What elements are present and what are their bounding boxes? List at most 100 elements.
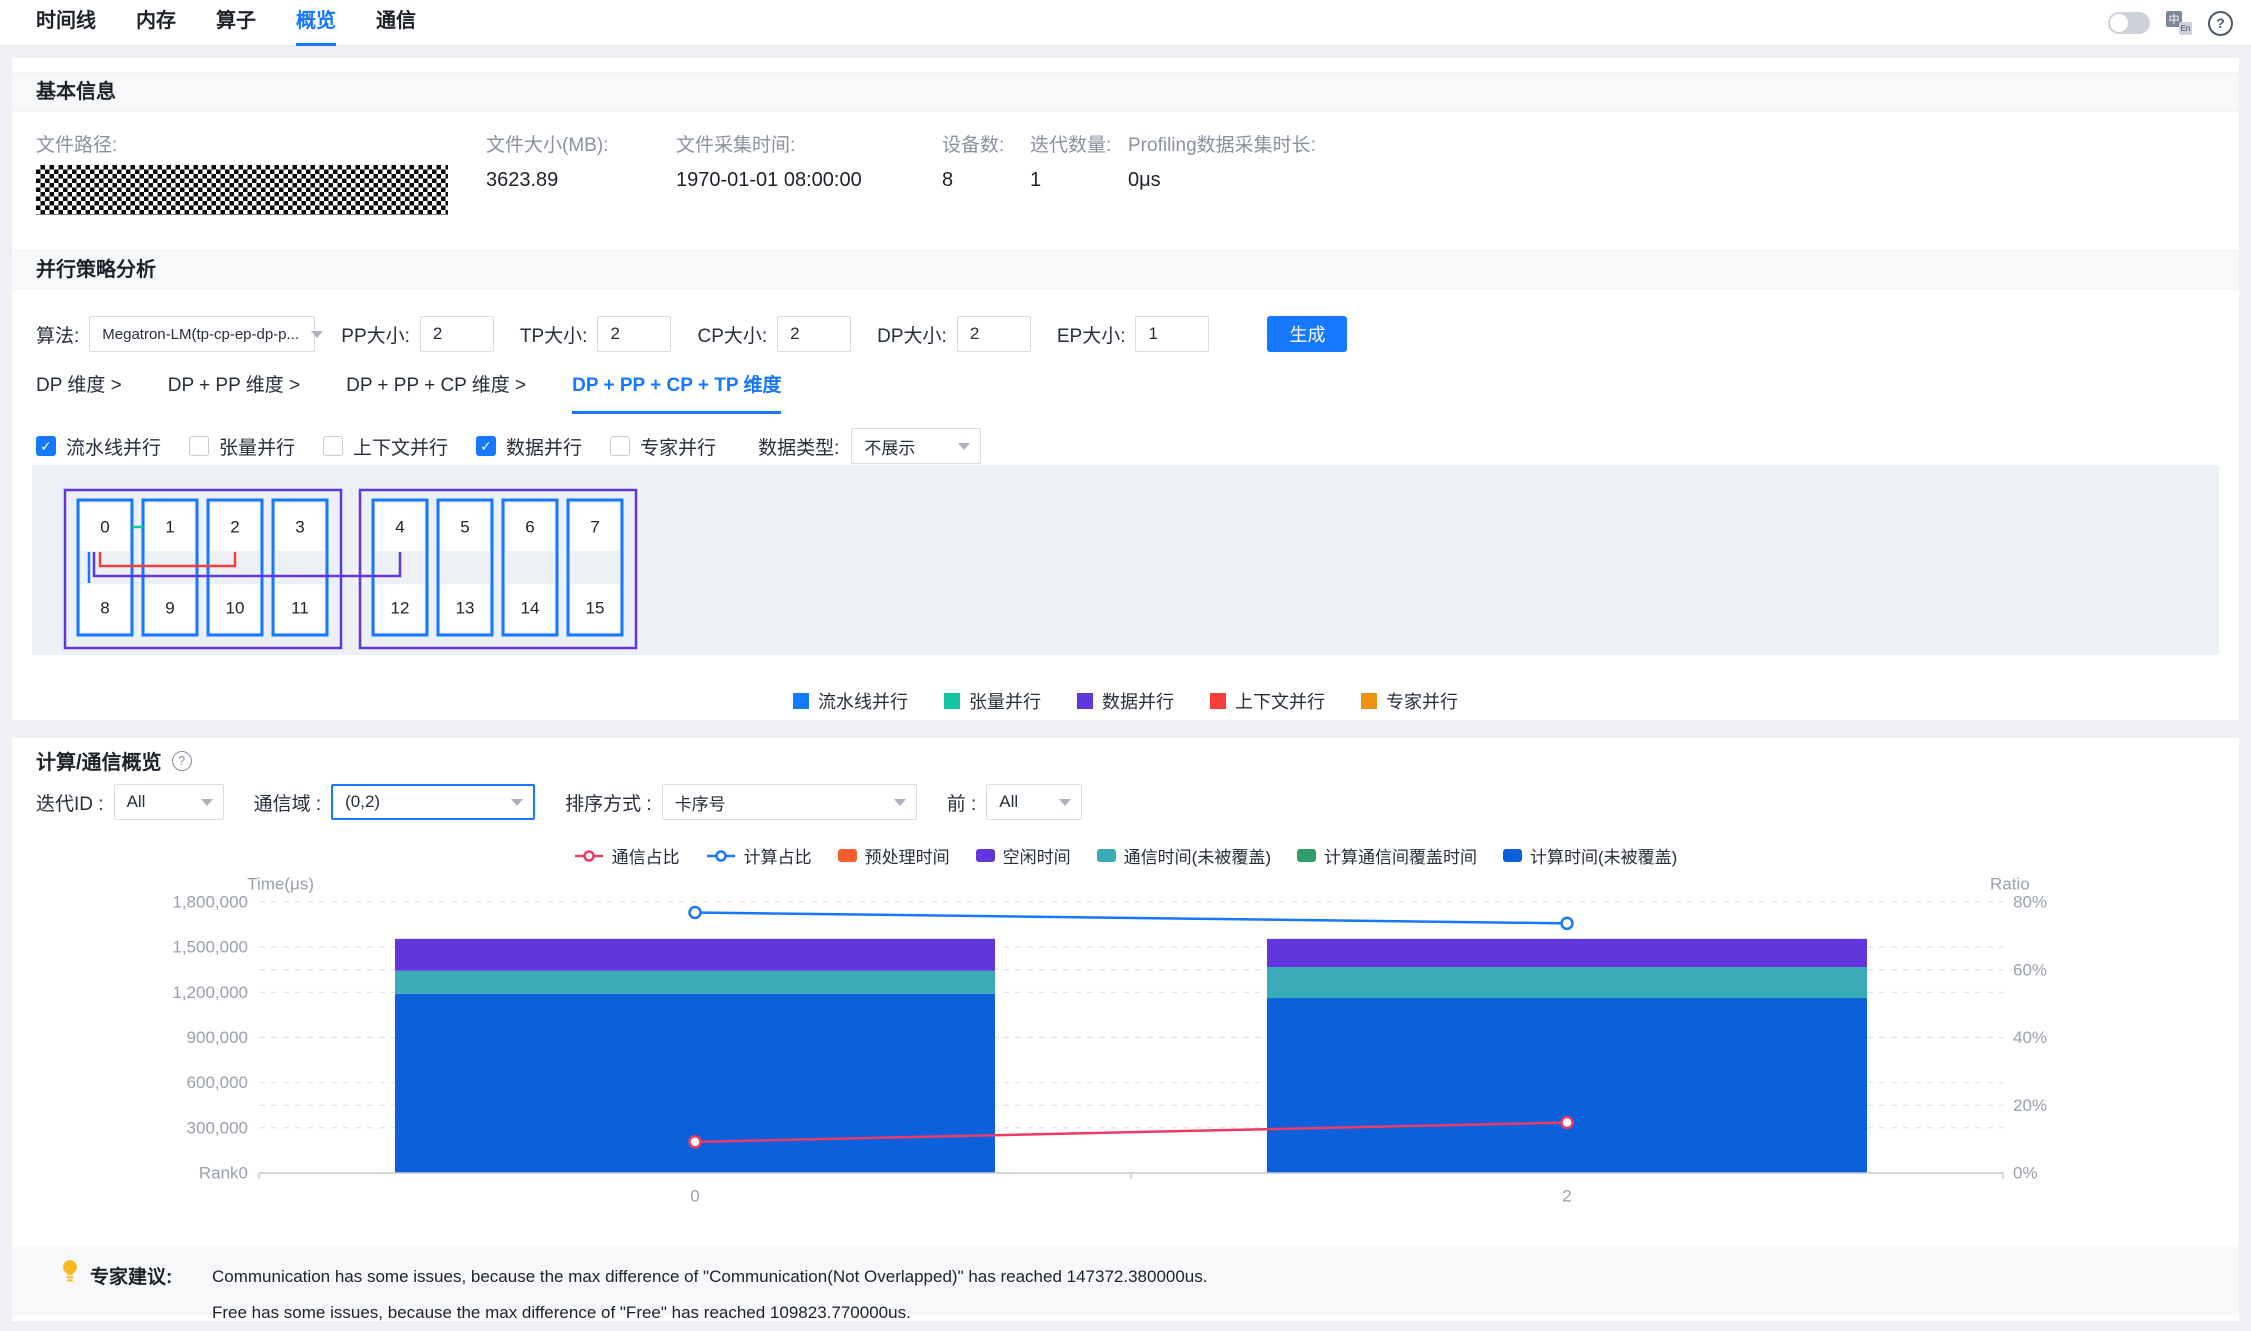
chart-legend-item[interactable]: 通信时间(未被覆盖) [1097,843,1271,868]
comm-domain-filter-select[interactable]: (0,2) [331,784,535,820]
chart-legend-item[interactable]: 计算通信间覆盖时间 [1297,843,1477,868]
field-device-count: 设备数: 8 [942,130,1030,192]
theme-toggle[interactable] [2108,12,2150,34]
overview-section-title-row: 计算/通信概览 ? [36,746,192,775]
checkbox-label: 流水线并行 [66,433,161,460]
top-filter-select[interactable]: All [986,784,1082,820]
chart-legend-item[interactable]: 计算占比 [706,843,812,868]
ep-size-input[interactable]: 1 [1135,316,1209,352]
tab-dp-pp-cp-tp[interactable]: DP + PP + CP + TP 维度 [572,370,781,414]
ratio-line [695,913,1567,924]
device-number: 3 [295,518,304,537]
tp-size-input[interactable]: 2 [597,316,671,352]
swatch-icon [1297,849,1316,862]
algorithm-select[interactable]: Megatron-LM(tp-cp-ep-dp-p... [89,316,315,352]
device-number: 5 [460,518,469,537]
chart-legend-label: 预处理时间 [865,843,950,868]
iteration-filter-label: 迭代ID : [36,789,104,816]
bar-segment[interactable] [1267,998,1867,1173]
field-value: 1 [1030,169,1128,192]
parallel-legend: 流水线并行 张量并行 数据并行 上下文并行 专家并行 [12,688,2239,714]
nav-tab-memory[interactable]: 内存 [136,0,176,46]
checkbox-label: 专家并行 [640,433,716,460]
pp-size-input[interactable]: 2 [420,316,494,352]
nav-tab-timeline[interactable]: 时间线 [36,0,96,46]
cp-size-group: CP大小: 2 [697,316,851,352]
ratio-line-marker[interactable] [1562,918,1573,929]
dp-size-input[interactable]: 2 [957,316,1031,352]
language-icon[interactable]: 中En [2166,11,2192,35]
field-label: 迭代数量: [1030,130,1128,157]
chevron-down-icon [894,799,906,806]
bar-segment[interactable] [395,939,995,971]
checkbox-tensor-parallel[interactable]: 张量并行 [189,433,295,460]
nav-tabs: 时间线 内存 算子 概览 通信 [36,0,416,45]
comm-domain-filter-label: 通信域 : [254,789,322,816]
device-topology-diagram: 0819210311412513614715 [32,465,2219,655]
bar-segment[interactable] [1267,967,1867,998]
chart-legend-label: 空闲时间 [1003,843,1071,868]
checkbox-expert-parallel[interactable]: 专家并行 [610,433,716,460]
algorithm-group: 算法: Megatron-LM(tp-cp-ep-dp-p... [36,316,315,352]
chart-legend-item[interactable]: 计算时间(未被覆盖) [1503,843,1677,868]
legend-swatch [1077,693,1093,709]
line-marker-icon [574,849,604,863]
sort-filter-value: 卡序号 [675,790,726,815]
y-right-tick-label: 60% [2013,960,2047,979]
iteration-filter-select[interactable]: All [114,784,224,820]
chart-legend-item[interactable]: 空闲时间 [976,843,1071,868]
cp-size-label: CP大小: [697,321,767,348]
ep-size-group: EP大小: 1 [1057,316,1210,352]
basic-info-title: 基本信息 [36,73,2239,111]
checkbox-pipeline-parallel[interactable]: 流水线并行 [36,433,161,460]
cp-size-input[interactable]: 2 [777,316,851,352]
bar-segment[interactable] [395,971,995,994]
ep-size-label: EP大小: [1057,321,1126,348]
device-number: 9 [165,599,174,618]
data-type-group: 数据类型: 不展示 [758,428,981,464]
checkbox-box [476,436,496,456]
ratio-line-marker[interactable] [1562,1117,1573,1128]
dp-size-group: DP大小: 2 [877,316,1031,352]
data-parallel-link [94,552,400,576]
y-left-tick-label: 900,000 [187,1028,248,1047]
generate-button[interactable]: 生成 [1267,316,1347,352]
top-filter-value: All [999,792,1018,812]
field-collect-time: 文件采集时间: 1970-01-01 08:00:00 [676,130,872,192]
swatch-icon [1503,849,1522,862]
nav-tab-communication[interactable]: 通信 [376,0,416,46]
field-iteration-count: 迭代数量: 1 [1030,130,1128,192]
nav-tab-operator[interactable]: 算子 [216,0,256,46]
tab-dp-pp-cp[interactable]: DP + PP + CP 维度 > [346,370,526,414]
question-circle-icon[interactable]: ? [172,751,192,771]
tab-dp[interactable]: DP 维度 > [36,370,122,414]
device-number: 15 [586,599,605,618]
bar-segment[interactable] [1267,939,1867,967]
algorithm-label: 算法: [36,321,79,348]
y-left-tick-label: 300,000 [187,1118,248,1137]
ratio-line-marker[interactable] [690,1136,701,1147]
legend-item-data: 数据并行 [1077,688,1174,714]
tab-dp-pp[interactable]: DP + PP 维度 > [168,370,300,414]
checkbox-context-parallel[interactable]: 上下文并行 [323,433,448,460]
checkbox-label: 数据并行 [506,433,582,460]
help-icon[interactable]: ? [2208,11,2233,36]
toggle-knob [2110,14,2128,32]
ratio-line-marker[interactable] [690,907,701,918]
field-label: 文件路径: [36,130,486,157]
expert-advice-line: Free has some issues, because the max di… [212,1295,1207,1331]
sort-filter-select[interactable]: 卡序号 [662,784,917,820]
overview-filters: 迭代ID : All 通信域 : (0,2) 排序方式 : 卡序号 前 : Al… [36,784,1082,820]
checkbox-data-parallel[interactable]: 数据并行 [476,433,582,460]
lightbulb-icon [60,1259,80,1288]
chart-legend-item[interactable]: 通信占比 [574,843,680,868]
nav-tab-overview[interactable]: 概览 [296,0,336,46]
comm-domain-filter-group: 通信域 : (0,2) [254,784,536,820]
data-type-label: 数据类型: [758,433,839,460]
device-number: 2 [230,518,239,537]
data-type-select[interactable]: 不展示 [851,428,981,464]
device-number: 11 [291,599,309,618]
field-value: 3623.89 [486,169,611,192]
chart-legend-item[interactable]: 预处理时间 [838,843,950,868]
section-divider [12,720,2239,738]
